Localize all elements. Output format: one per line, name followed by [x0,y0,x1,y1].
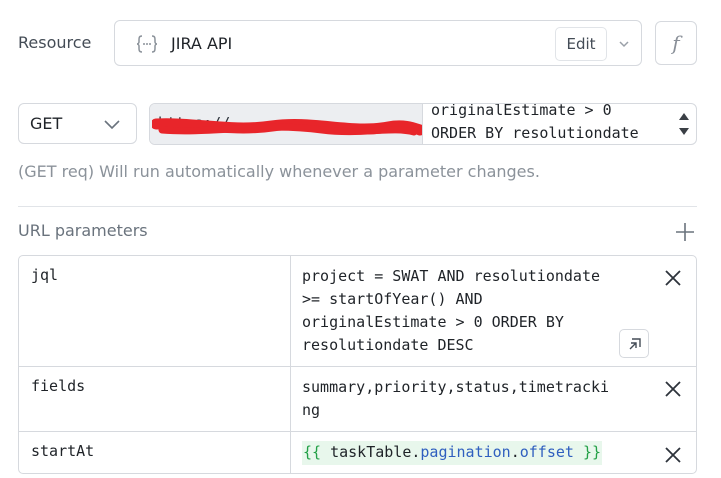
template-close-brace: }} [582,443,602,461]
fx-icon: f [672,31,680,55]
method-value: GET [30,114,63,133]
url-query-line: ORDER BY resolutiondate [431,124,639,142]
template-variable: taskTable [330,443,412,461]
column-separator [290,432,291,473]
resource-label: Resource [18,33,92,52]
url-parameters-title: URL parameters [18,221,148,240]
param-key[interactable]: startAt [31,442,94,460]
url-query-editor[interactable]: originalEstimate > 0 ORDER BY resolution… [431,103,671,144]
close-icon[interactable] [662,378,684,400]
method-select[interactable]: GET [18,103,137,144]
url-base: https:// [150,104,423,144]
chevron-down-icon [104,120,120,130]
url-parameters-table: jql project = SWAT AND resolutiondate >=… [18,255,697,474]
run-hint: (GET req) Will run automatically wheneve… [18,162,540,181]
add-parameter-plus-icon[interactable] [672,219,698,245]
param-key[interactable]: fields [31,377,85,395]
param-row-jql: jql project = SWAT AND resolutiondate >=… [19,256,696,367]
url-query-line: originalEstimate > 0 [431,103,612,119]
param-value[interactable]: project = SWAT AND resolutiondate >= sta… [302,265,644,357]
redaction-scribble [152,118,422,136]
braces-icon [136,35,158,53]
expand-editor-button[interactable] [619,329,649,358]
close-icon[interactable] [662,444,684,466]
column-separator [290,367,291,431]
close-icon[interactable] [662,267,684,289]
url-input[interactable]: https:// originalEstimate > 0 ORDER BY r… [149,103,697,145]
fx-toggle-button[interactable]: f [655,21,697,65]
param-key[interactable]: jql [31,266,58,284]
template-open-brace: {{ [303,443,322,461]
param-value-template[interactable]: {{ taskTable.pagination.offset }} [302,441,603,465]
scroll-up-arrow[interactable] [678,111,690,121]
chevron-down-icon[interactable] [617,37,631,51]
scroll-down-arrow[interactable] [678,127,690,137]
section-divider [18,206,697,207]
expand-icon [629,338,641,350]
resource-name: JIRA API [171,34,233,53]
resource-select[interactable]: JIRA API Edit [114,20,642,66]
column-separator [290,256,291,366]
param-row-startat: startAt {{ taskTable.pagination.offset }… [19,432,696,473]
template-property: offset [519,443,574,461]
param-value[interactable]: summary,priority,status,timetracki ng [302,376,644,422]
edit-resource-button[interactable]: Edit [555,27,607,61]
param-row-fields: fields summary,priority,status,timetrack… [19,367,696,432]
template-property: pagination [420,443,511,461]
